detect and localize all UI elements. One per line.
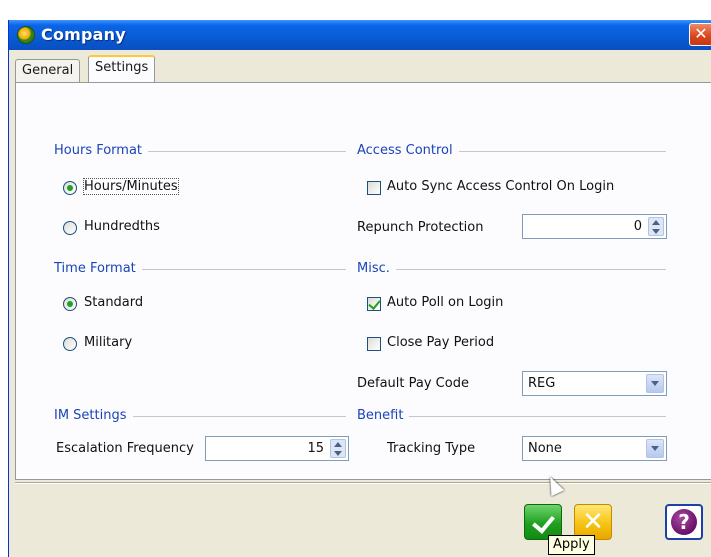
chevron-down-icon[interactable]	[646, 439, 664, 458]
misc-divider	[361, 269, 666, 270]
hundredths-radio[interactable]	[63, 221, 77, 235]
company-dialog: Company ✕ General Settings Hours Format …	[8, 20, 711, 557]
repunch-protection-value: 0	[633, 219, 642, 234]
help-icon: ?	[671, 509, 697, 535]
default-pay-code-value: REG	[528, 376, 556, 391]
standard-radio[interactable]	[63, 297, 77, 311]
hours-minutes-label[interactable]: Hours/Minutes	[83, 178, 179, 195]
benefit-title: Benefit	[357, 408, 410, 423]
repunch-protection-label: Repunch Protection	[357, 220, 484, 235]
auto-poll-label[interactable]: Auto Poll on Login	[387, 295, 503, 310]
settings-panel: Hours Format Hours/Minutes Hundredths Ac…	[15, 82, 711, 480]
window-title: Company	[41, 25, 126, 44]
tab-general[interactable]: General	[15, 59, 81, 82]
button-bar-separator	[15, 482, 711, 484]
tab-settings[interactable]: Settings	[88, 55, 156, 82]
default-pay-code-label: Default Pay Code	[357, 376, 469, 391]
close-button[interactable]: ✕	[689, 23, 711, 46]
default-pay-code-select[interactable]: REG	[522, 371, 667, 396]
access-control-title: Access Control	[357, 143, 459, 158]
auto-sync-checkbox[interactable]	[367, 181, 381, 195]
title-bar[interactable]: Company ✕	[9, 20, 711, 50]
time-format-title: Time Format	[54, 261, 142, 276]
button-bar: ✕ ?	[9, 482, 711, 557]
spinner-arrows-icon[interactable]	[330, 439, 346, 458]
standard-label[interactable]: Standard	[84, 295, 143, 310]
hundredths-label[interactable]: Hundredths	[84, 219, 160, 234]
close-pay-period-checkbox[interactable]	[367, 337, 381, 351]
spinner-arrows-icon[interactable]	[648, 217, 664, 236]
tab-strip: General Settings	[15, 55, 705, 82]
chevron-down-icon[interactable]	[646, 374, 664, 393]
tracking-type-select[interactable]: None	[522, 436, 667, 461]
tracking-type-label: Tracking Type	[387, 441, 476, 456]
im-settings-title: IM Settings	[54, 408, 133, 423]
hours-format-title: Hours Format	[54, 143, 149, 158]
misc-title: Misc.	[357, 261, 396, 276]
auto-poll-checkbox[interactable]	[367, 297, 381, 311]
close-pay-period-label[interactable]: Close Pay Period	[387, 335, 494, 350]
tracking-type-value: None	[528, 441, 562, 456]
repunch-protection-spinner[interactable]: 0	[522, 214, 667, 239]
escalation-frequency-value: 15	[307, 441, 324, 456]
help-button[interactable]: ?	[665, 504, 703, 540]
company-globe-icon	[17, 26, 35, 44]
auto-sync-label[interactable]: Auto Sync Access Control On Login	[387, 179, 614, 194]
apply-tooltip: Apply	[548, 535, 595, 555]
military-radio[interactable]	[63, 337, 77, 351]
escalation-frequency-label: Escalation Frequency	[56, 441, 194, 456]
military-label[interactable]: Military	[84, 335, 132, 350]
escalation-frequency-spinner[interactable]: 15	[205, 436, 349, 461]
hours-minutes-radio[interactable]	[63, 181, 77, 195]
